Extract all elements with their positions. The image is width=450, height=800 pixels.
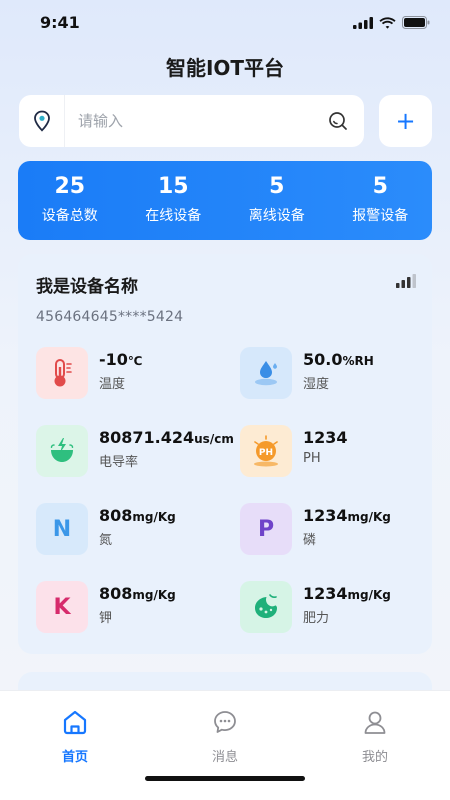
ph-value: 1234 (303, 428, 348, 447)
humidity-value: 50.0 (303, 350, 343, 369)
page-title: 智能IOT平台 (165, 56, 285, 80)
phosphorus-value: 1234 (303, 506, 348, 525)
fertility-icon (240, 581, 292, 633)
tab-label: 我的 (361, 750, 388, 765)
stat-offline-devices[interactable]: 5 离线设备 (225, 161, 329, 240)
ph-label: PH (303, 451, 321, 466)
home-icon (63, 710, 87, 735)
device-name: 我是设备名称 (36, 277, 138, 297)
tab-home[interactable]: 首页 (30, 707, 120, 765)
location-pin-icon (33, 110, 50, 132)
ph-icon: PH (240, 425, 292, 477)
humidity-drop-icon (240, 347, 292, 399)
stat-label: 离线设备 (248, 208, 305, 224)
sensor-nitrogen: N 808mg/Kg 氮 (36, 503, 176, 555)
stat-online-devices[interactable]: 15 在线设备 (122, 161, 226, 240)
ph-icon-text: PH (259, 448, 273, 458)
tab-messages[interactable]: 消息 (180, 707, 270, 765)
phosphorus-unit: mg/Kg (347, 510, 391, 524)
potassium-icon: K (36, 581, 88, 633)
device-card[interactable]: 我是设备名称 456464645****5424 -10℃ 温度 50.0%RH… (18, 254, 432, 654)
bottom-tab-bar: 首页 消息 我的 (0, 690, 450, 800)
potassium-label: 钾 (99, 611, 113, 626)
nitrogen-icon: N (36, 503, 88, 555)
status-time: 9:41 (40, 13, 80, 32)
conductivity-value: 80871.424 (99, 428, 195, 447)
battery-icon (402, 16, 430, 29)
status-bar: 9:41 (0, 0, 450, 44)
stat-label: 设备总数 (41, 208, 98, 224)
cellular-signal-icon (353, 16, 373, 29)
add-device-button[interactable]: + (379, 95, 432, 147)
sensor-conductivity: 80871.424us/cm 电导率 (36, 425, 234, 477)
home-indicator (145, 776, 305, 781)
user-icon (364, 711, 386, 734)
potassium-unit: mg/Kg (132, 588, 176, 602)
thermometer-icon (36, 347, 88, 399)
status-icons (353, 16, 430, 29)
stat-value: 5 (269, 174, 285, 199)
search-button[interactable] (318, 95, 358, 147)
sensor-temperature: -10℃ 温度 (36, 347, 142, 399)
humidity-unit: %RH (342, 354, 374, 368)
temperature-label: 温度 (99, 377, 126, 392)
phosphorus-icon: P (240, 503, 292, 555)
tab-label: 首页 (61, 750, 88, 765)
search-icon (329, 112, 347, 130)
stat-value: 15 (157, 174, 189, 199)
temperature-value: -10 (99, 350, 128, 369)
nitrogen-value: 808 (99, 506, 133, 525)
sensor-phosphorus: P 1234mg/Kg 磷 (240, 503, 391, 555)
tab-label: 消息 (211, 750, 238, 765)
sensor-potassium: K 808mg/Kg 钾 (36, 581, 176, 633)
nitrogen-label: 氮 (99, 533, 113, 548)
signal-strength-icon (396, 274, 416, 288)
search-bar (19, 95, 364, 147)
sensor-humidity: 50.0%RH 湿度 (240, 347, 374, 399)
humidity-label: 湿度 (303, 377, 330, 392)
device-stats-card: 25 设备总数 15 在线设备 5 离线设备 5 报警设备 (18, 161, 432, 240)
stat-total-devices[interactable]: 25 设备总数 (18, 161, 122, 240)
sensor-ph: PH 1234 PH (240, 425, 348, 477)
conductivity-label: 电导率 (99, 455, 139, 470)
fertility-label: 肥力 (303, 611, 330, 626)
conductivity-icon (36, 425, 88, 477)
fertility-value: 1234 (303, 584, 348, 603)
stat-label: 报警设备 (352, 208, 409, 224)
stat-alarm-devices[interactable]: 5 报警设备 (329, 161, 433, 240)
tab-profile[interactable]: 我的 (330, 707, 420, 765)
search-input[interactable] (65, 112, 318, 130)
stat-value: 5 (372, 174, 388, 199)
nitrogen-unit: mg/Kg (132, 510, 176, 524)
wifi-icon (379, 16, 396, 29)
potassium-value: 808 (99, 584, 133, 603)
location-button[interactable] (19, 95, 65, 147)
device-id: 456464645****5424 (36, 309, 184, 325)
stat-label: 在线设备 (145, 208, 202, 224)
fertility-unit: mg/Kg (347, 588, 391, 602)
stat-value: 25 (54, 174, 86, 199)
phosphorus-label: 磷 (303, 533, 317, 548)
temperature-unit: ℃ (127, 354, 143, 368)
sensor-fertility: 1234mg/Kg 肥力 (240, 581, 391, 633)
message-icon (214, 711, 236, 733)
conductivity-unit: us/cm (194, 432, 234, 446)
